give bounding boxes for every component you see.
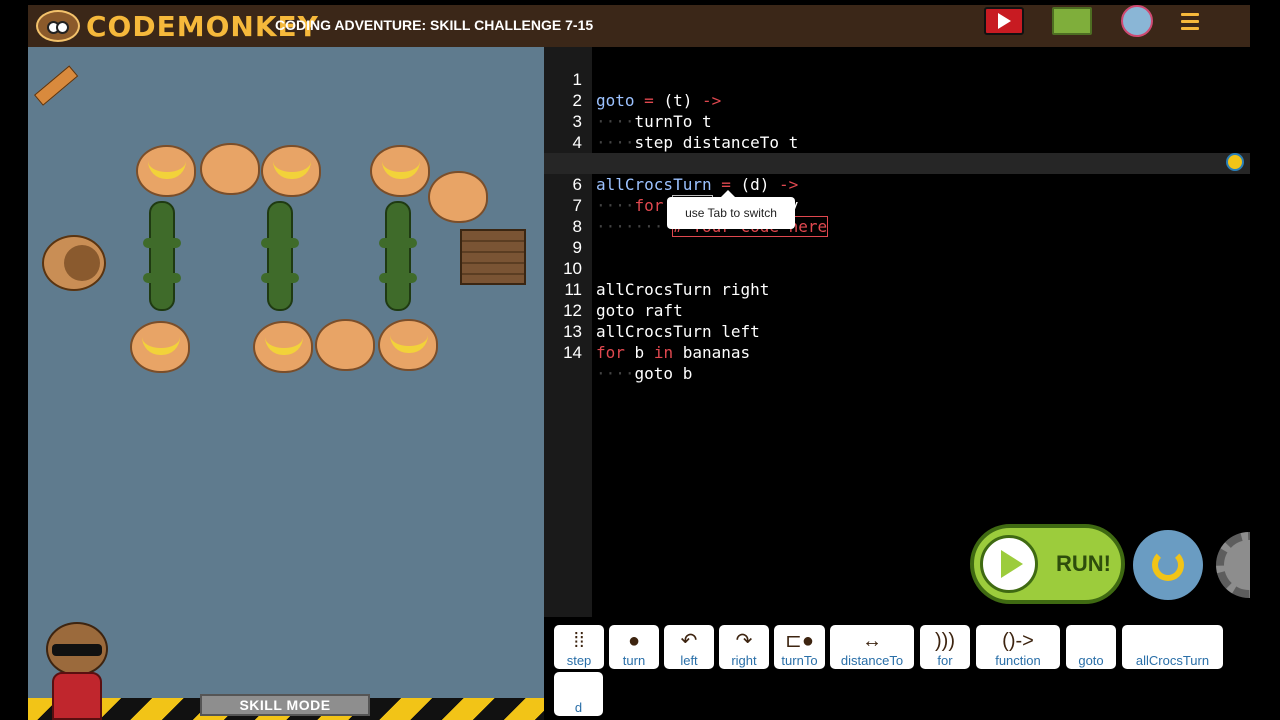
tool-function[interactable]: ()-> function <box>976 625 1060 669</box>
map-icon[interactable] <box>1052 7 1092 35</box>
gear-icon[interactable] <box>1216 532 1250 598</box>
monkey-character <box>42 235 106 291</box>
hamburger-menu-icon[interactable] <box>1180 7 1200 35</box>
tool-right[interactable]: ↷ right <box>719 625 769 669</box>
crocodile <box>261 201 299 311</box>
run-label: RUN! <box>1056 551 1111 576</box>
raft <box>460 229 526 285</box>
function-icon: ()-> <box>1002 630 1034 652</box>
banana-icon <box>390 335 428 353</box>
tab-switch-tooltip: use Tab to switch <box>667 190 795 229</box>
code-line[interactable]: 7 ········# Your code here <box>544 174 1250 237</box>
code-line[interactable]: 2 ····turnTo t <box>544 69 1250 131</box>
page-title: CODING ADVENTURE: SKILL CHALLENGE 7-15 <box>275 17 594 33</box>
crocodile <box>143 201 181 311</box>
run-button[interactable]: RUN! <box>970 524 1125 604</box>
code-line[interactable]: 13 for b in bananas <box>544 300 1250 362</box>
banana-icon <box>142 337 180 355</box>
avatar[interactable] <box>1121 5 1153 37</box>
rock <box>428 171 488 223</box>
arrow-right-icon: ↷ <box>735 630 753 652</box>
code-editor[interactable]: 1 goto = (t) -> 2 ····turnTo t 3 ····ste… <box>544 47 1250 617</box>
rock-with-banana <box>378 319 438 371</box>
code-line[interactable]: 4 <box>544 111 1250 152</box>
game-stage: SKILL MODE <box>28 47 544 720</box>
rock-with-banana <box>253 321 313 373</box>
tool-allCrocsTurn[interactable]: allCrocsTurn <box>1122 625 1223 669</box>
ruler-icon[interactable] <box>34 65 79 106</box>
banana-icon <box>148 161 186 179</box>
guide-character <box>34 622 120 720</box>
telescope-icon: ⊏● <box>785 630 814 652</box>
tool-left[interactable]: ↶ left <box>664 625 714 669</box>
reset-button[interactable] <box>1133 530 1203 600</box>
video-play-button[interactable] <box>984 7 1024 35</box>
rock <box>315 319 375 371</box>
code-line-active[interactable]: 6 ····for name in array <box>544 153 1250 216</box>
skill-mode-badge: SKILL MODE <box>200 694 370 716</box>
tool-goto[interactable]: goto <box>1066 625 1116 669</box>
rock <box>200 143 260 195</box>
for-loop-icon: ))) <box>935 630 955 652</box>
tool-turnTo[interactable]: ⊏● turnTo <box>774 625 825 669</box>
footprints-icon: ⁞⁞ <box>573 630 585 652</box>
tool-turn[interactable]: ● turn <box>609 625 659 669</box>
rock-with-banana <box>130 321 190 373</box>
banana-icon <box>265 337 303 355</box>
rock-with-banana <box>261 145 321 197</box>
banana-icon <box>382 161 420 179</box>
code-line[interactable]: 3 ····step distanceTo t <box>544 90 1250 152</box>
play-icon <box>980 535 1038 593</box>
speaker-icon[interactable] <box>1226 153 1244 171</box>
code-line[interactable]: 9 <box>544 216 1250 257</box>
code-line[interactable]: 5 allCrocsTurn = (d) -> <box>544 132 1250 194</box>
code-line[interactable]: 8 <box>544 195 1250 236</box>
crocodile <box>379 201 417 311</box>
arrow-left-icon: ↶ <box>680 630 698 652</box>
rock-with-banana <box>370 145 430 197</box>
double-arrow-icon: ↔ <box>862 630 882 652</box>
code-line[interactable]: 1 goto = (t) -> <box>544 48 1250 110</box>
tool-d[interactable]: d <box>554 672 603 716</box>
code-line[interactable]: 11 goto raft <box>544 258 1250 320</box>
tool-distanceTo[interactable]: ↔ distanceTo <box>830 625 914 669</box>
tool-for[interactable]: ))) for <box>920 625 970 669</box>
monkey-head-icon: ● <box>627 630 641 652</box>
banana-icon <box>273 161 311 179</box>
code-line[interactable]: 10 allCrocsTurn right <box>544 237 1250 299</box>
monkey-logo-icon <box>36 10 80 42</box>
tool-step[interactable]: ⁞⁞ step <box>554 625 604 669</box>
rock-with-banana <box>136 145 196 197</box>
code-line[interactable]: 12 allCrocsTurn left <box>544 279 1250 341</box>
code-line[interactable]: 14 ····goto b <box>544 321 1250 383</box>
